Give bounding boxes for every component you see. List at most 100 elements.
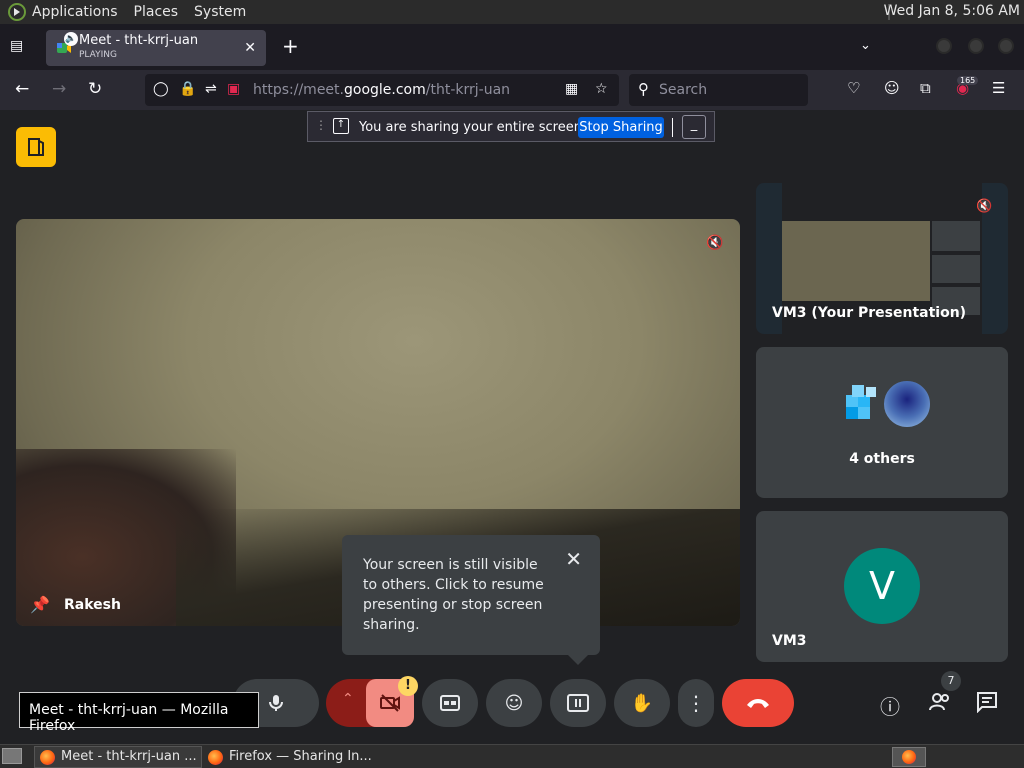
speaker-icon[interactable]: 🔈 bbox=[64, 32, 78, 46]
tracking-shield-icon[interactable]: ◯ bbox=[153, 81, 169, 97]
stop-sharing-button[interactable]: Stop Sharing bbox=[578, 117, 664, 138]
permissions-icon[interactable]: ⇌ bbox=[205, 81, 217, 97]
others-tile[interactable]: 4 others bbox=[756, 347, 1008, 498]
taskbar-item-label: Meet - tht-krrj-uan ... bbox=[61, 749, 197, 764]
vm3-label: VM3 bbox=[772, 633, 807, 649]
camera-off-icon bbox=[380, 694, 400, 712]
back-arrow-icon[interactable]: ← bbox=[15, 79, 29, 99]
emoji-reaction-button[interactable]: ☺ bbox=[486, 679, 542, 727]
url-prefix: https://meet. bbox=[253, 82, 344, 98]
microphone-icon bbox=[269, 695, 283, 711]
vm3-tile[interactable]: V VM3 bbox=[756, 511, 1008, 662]
participant-name: Rakesh bbox=[64, 597, 121, 613]
url-bar[interactable]: ◯ 🔒 ⇌ ▣ https://meet.google.com/tht-krrj… bbox=[145, 74, 619, 106]
tooltip-text: Your screen is still visible to others. … bbox=[363, 557, 544, 633]
firefox-icon bbox=[902, 750, 916, 764]
more-vert-icon: ⋮ bbox=[686, 691, 706, 715]
list-all-tabs-icon[interactable]: ▤ bbox=[10, 38, 23, 54]
tab-title: Meet - tht-krrj-uan bbox=[79, 33, 199, 48]
meeting-details-icon[interactable]: ⓘ bbox=[880, 691, 900, 720]
firefox-icon bbox=[40, 750, 55, 765]
taskbar: Meet - tht-krrj-uan ... Firefox — Sharin… bbox=[0, 744, 1024, 768]
minimize-window-button[interactable] bbox=[936, 38, 952, 54]
close-window-button[interactable] bbox=[998, 38, 1014, 54]
tab-close-icon[interactable]: ✕ bbox=[244, 40, 256, 56]
paused-share-tooltip: Your screen is still visible to others. … bbox=[342, 535, 600, 665]
chevron-down-icon[interactable]: ⌄ bbox=[860, 38, 871, 53]
screen-sharing-indicator-icon[interactable]: ▣ bbox=[227, 81, 240, 97]
workspace-switcher[interactable] bbox=[892, 747, 926, 767]
applications-menu[interactable]: Applications bbox=[8, 3, 118, 21]
camera-options-chevron-icon[interactable]: ⌃ bbox=[342, 691, 354, 707]
mic-muted-icon: 🔇 bbox=[706, 235, 724, 251]
thumbnail-video bbox=[782, 221, 930, 301]
taskbar-item-sharing[interactable]: Firefox — Sharing In... bbox=[202, 746, 374, 768]
clock[interactable]: Wed Jan 8, 5:06 AM bbox=[884, 3, 1020, 19]
taskbar-item-label: Firefox — Sharing In... bbox=[229, 749, 372, 764]
captions-button[interactable] bbox=[422, 679, 478, 727]
thumbnail-tile bbox=[932, 255, 980, 283]
search-icon: ⚲ bbox=[638, 80, 649, 98]
raise-hand-button[interactable]: ✋ bbox=[614, 679, 670, 727]
gnome-menu: Applications Places System bbox=[0, 3, 246, 21]
present-button[interactable] bbox=[550, 679, 606, 727]
leave-call-button[interactable] bbox=[722, 679, 794, 727]
people-count-badge: 7 bbox=[941, 671, 961, 691]
new-tab-icon[interactable]: + bbox=[282, 34, 299, 58]
others-label: 4 others bbox=[849, 451, 915, 467]
tab-strip: ▤ 🔈 Meet - tht-krrj-uan PLAYING ✕ + ⌄ bbox=[0, 24, 1024, 70]
url-domain: google.com bbox=[344, 82, 426, 98]
url-path: /tht-krrj-uan bbox=[425, 82, 511, 98]
window-title-tooltip: Meet - tht-krrj-uan — Mozilla Firefox bbox=[19, 692, 259, 734]
show-desktop-icon[interactable] bbox=[2, 748, 22, 764]
close-icon[interactable]: ✕ bbox=[565, 549, 582, 569]
gnome-logo-icon bbox=[8, 3, 26, 21]
drag-handle-icon[interactable]: ⋮ bbox=[315, 118, 327, 132]
screen-sharing-banner: ⋮ ↑ You are sharing your entire screen. … bbox=[307, 111, 715, 142]
camera-warning-badge: ! bbox=[398, 676, 418, 696]
pin-icon[interactable]: 📌 bbox=[30, 595, 50, 614]
url-text: https://meet.google.com/tht-krrj-uan bbox=[253, 82, 510, 98]
audio-muted-icon: 🔇 bbox=[976, 199, 993, 214]
navigation-bar: ← → ↻ ◯ 🔒 ⇌ ▣ https://meet.google.com/th… bbox=[0, 70, 1024, 110]
participant-avatar bbox=[882, 379, 932, 429]
gnome-top-panel: Applications Places System Wed Jan 8, 5:… bbox=[0, 0, 1024, 24]
avatar: V bbox=[844, 548, 920, 624]
firefox-icon bbox=[208, 750, 223, 765]
reload-icon[interactable]: ↻ bbox=[88, 79, 102, 99]
more-options-button[interactable]: ⋮ bbox=[678, 679, 714, 727]
pocket-icon[interactable]: ♡ bbox=[847, 79, 860, 97]
door-icon bbox=[28, 138, 44, 156]
divider bbox=[672, 118, 673, 137]
emoji-icon: ☺ bbox=[504, 692, 524, 714]
exit-door-button[interactable] bbox=[16, 127, 56, 167]
hand-icon: ✋ bbox=[630, 692, 654, 714]
sharing-text: You are sharing your entire screen. bbox=[359, 120, 587, 135]
account-icon[interactable]: ☺ bbox=[884, 79, 900, 97]
places-menu[interactable]: Places bbox=[134, 4, 179, 20]
menu-icon[interactable]: ☰ bbox=[992, 79, 1005, 97]
presentation-tile[interactable]: 🔇 VM3 (Your Presentation) bbox=[756, 183, 1008, 334]
people-icon bbox=[929, 693, 949, 711]
reader-view-icon[interactable]: ▦ bbox=[565, 81, 578, 97]
forward-arrow-icon[interactable]: → bbox=[52, 79, 66, 99]
share-screen-icon: ↑ bbox=[333, 118, 349, 134]
captions-icon bbox=[440, 695, 460, 711]
people-button[interactable] bbox=[928, 692, 952, 716]
bookmark-star-icon[interactable]: ☆ bbox=[595, 81, 608, 97]
tooltip-tail bbox=[568, 655, 588, 665]
search-placeholder: Search bbox=[659, 82, 708, 98]
system-menu[interactable]: System bbox=[194, 4, 246, 20]
minimize-banner-button[interactable]: _ bbox=[682, 115, 706, 139]
hang-up-icon bbox=[747, 699, 769, 708]
maximize-window-button[interactable] bbox=[968, 38, 984, 54]
presentation-label: VM3 (Your Presentation) bbox=[772, 305, 967, 321]
tab-status: PLAYING bbox=[79, 50, 117, 60]
extensions-icon[interactable]: ⧉ bbox=[920, 79, 931, 97]
present-paused-icon bbox=[567, 694, 589, 712]
taskbar-item-meet[interactable]: Meet - tht-krrj-uan ... bbox=[34, 746, 202, 768]
search-bar[interactable]: ⚲ Search bbox=[629, 74, 808, 106]
chat-button[interactable] bbox=[976, 691, 998, 717]
tab-meet[interactable]: 🔈 Meet - tht-krrj-uan PLAYING ✕ bbox=[46, 30, 266, 66]
lock-icon[interactable]: 🔒 bbox=[179, 81, 196, 97]
